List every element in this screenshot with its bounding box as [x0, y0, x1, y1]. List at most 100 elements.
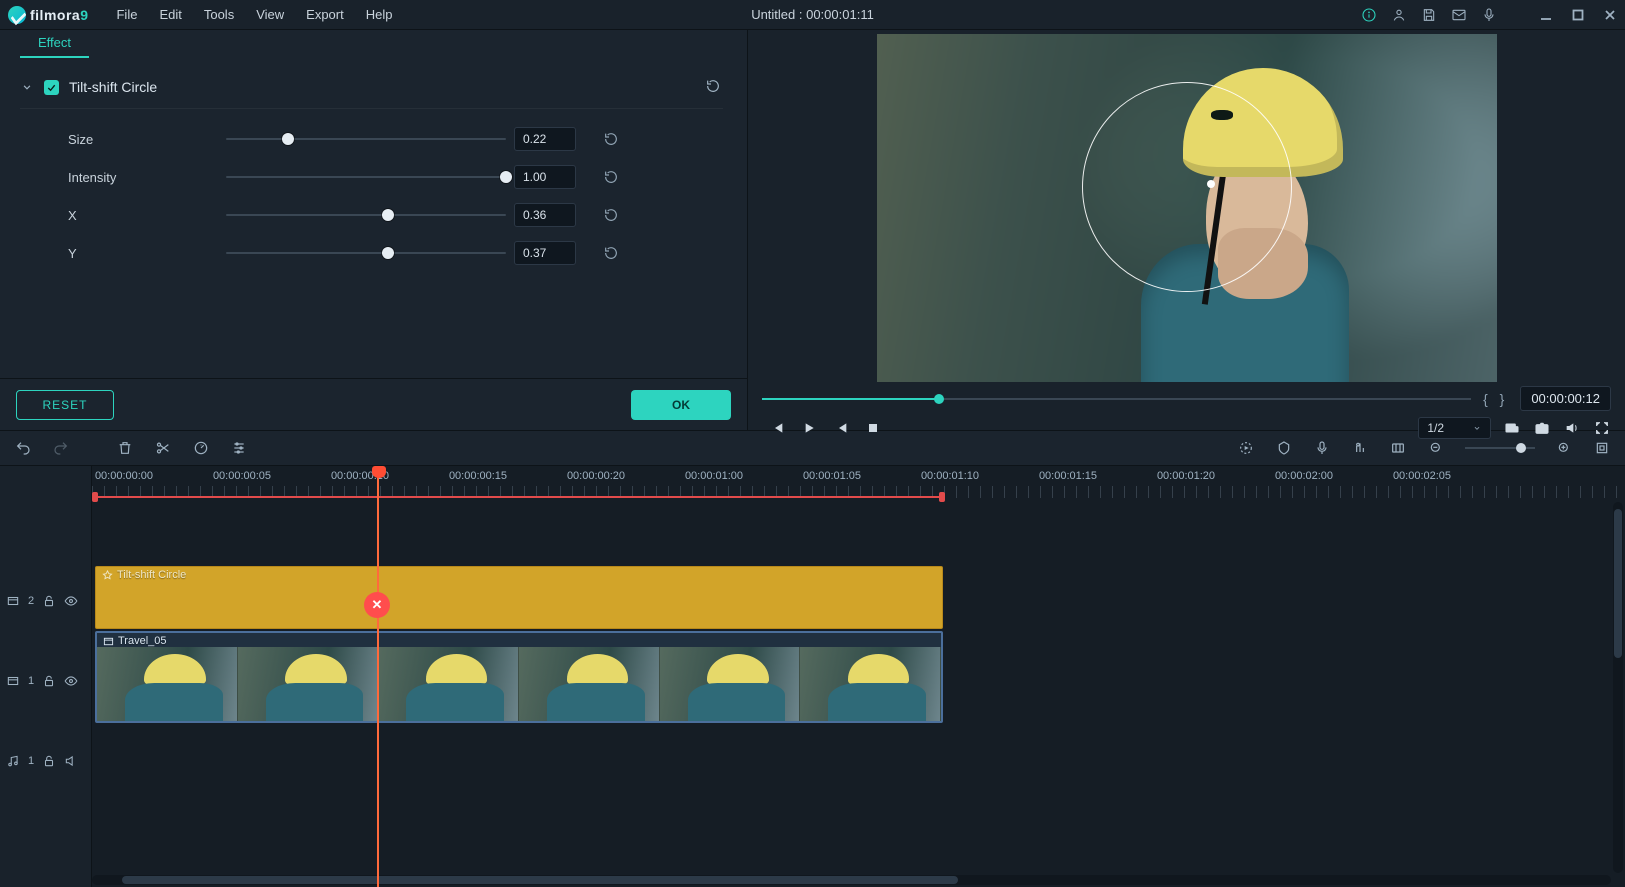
timeline-tracks-area[interactable]: 00:00:00:0000:00:00:0500:00:00:1000:00:0… — [92, 466, 1625, 887]
save-icon[interactable] — [1421, 7, 1437, 23]
mic-record-icon[interactable] — [1481, 7, 1497, 23]
maximize-button[interactable] — [1571, 8, 1585, 22]
audio-mixer-icon[interactable] — [1351, 439, 1369, 457]
preview-zoom-dropdown[interactable]: 1/2 — [1418, 417, 1491, 439]
effect-header[interactable]: Tilt-shift Circle — [20, 70, 723, 109]
track-header-video1[interactable]: 1 — [0, 674, 91, 688]
time-ruler[interactable]: 00:00:00:0000:00:00:0500:00:00:1000:00:0… — [92, 466, 1625, 500]
zoom-fit-icon[interactable] — [1593, 439, 1611, 457]
window-title: Untitled : 00:00:01:11 — [751, 7, 874, 22]
menu-export[interactable]: Export — [296, 3, 354, 26]
menu-edit[interactable]: Edit — [149, 3, 191, 26]
reset-button[interactable]: RESET — [16, 390, 114, 420]
clip-video-travel[interactable]: Travel_05 — [95, 631, 943, 723]
undo-button[interactable] — [14, 439, 32, 457]
track-number: 2 — [28, 595, 34, 607]
ruler-label: 00:00:00:00 — [95, 470, 153, 482]
preview-controls: 1/2 — [748, 411, 1625, 447]
adjust-button[interactable] — [230, 439, 248, 457]
prop-reset-icon[interactable] — [603, 206, 621, 224]
marker-icon[interactable] — [1275, 439, 1293, 457]
speed-button[interactable] — [192, 439, 210, 457]
titlebar-right — [1361, 7, 1617, 23]
track-number: 1 — [28, 675, 34, 687]
close-button[interactable] — [1603, 8, 1617, 22]
clip-effect-tiltshift[interactable]: Tilt-shift Circle — [95, 566, 943, 629]
split-button[interactable] — [154, 439, 172, 457]
prop-slider[interactable] — [226, 170, 506, 184]
play-button[interactable] — [800, 419, 818, 437]
preview-scrubber[interactable] — [762, 392, 1471, 406]
account-icon[interactable] — [1391, 7, 1407, 23]
minimize-button[interactable] — [1539, 8, 1553, 22]
prop-value-input[interactable]: 0.36 — [514, 203, 576, 227]
timeline-v-scrollbar[interactable] — [1613, 502, 1623, 873]
work-area-bar[interactable] — [95, 496, 942, 498]
work-area-start-handle[interactable] — [92, 492, 98, 502]
redo-button[interactable] — [52, 439, 70, 457]
mark-in-out-icon[interactable]: { } — [1479, 391, 1512, 407]
message-icon[interactable] — [1451, 7, 1467, 23]
menu-file[interactable]: File — [106, 3, 147, 26]
prop-intensity: Intensity 1.00 — [68, 165, 723, 189]
lock-icon — [42, 754, 56, 768]
prop-value-input[interactable]: 1.00 — [514, 165, 576, 189]
tilt-shift-center-handle[interactable] — [1207, 180, 1215, 188]
track-header-audio1[interactable]: 1 — [0, 754, 91, 768]
menu-view[interactable]: View — [246, 3, 294, 26]
step-back-button[interactable] — [768, 419, 786, 437]
prop-reset-icon[interactable] — [603, 168, 621, 186]
prop-label: X — [68, 208, 218, 223]
effect-enable-checkbox[interactable] — [44, 80, 59, 95]
preview-timecode[interactable]: 00:00:00:12 — [1520, 386, 1611, 411]
volume-icon[interactable] — [1563, 419, 1581, 437]
logo-mark-icon — [8, 6, 26, 24]
logo-text: filmora9 — [30, 7, 88, 23]
preview-viewport[interactable] — [877, 34, 1497, 382]
track-number: 1 — [28, 755, 34, 767]
snapshot-icon[interactable] — [1533, 419, 1551, 437]
menu-tools[interactable]: Tools — [194, 3, 244, 26]
effect-reset-icon[interactable] — [705, 78, 723, 96]
panel-tabs: Effect — [0, 30, 747, 58]
zoom-in-icon[interactable] — [1555, 439, 1573, 457]
track-header-video2[interactable]: 2 — [0, 594, 91, 608]
eye-icon — [64, 674, 78, 688]
zoom-out-icon[interactable] — [1427, 439, 1445, 457]
playhead[interactable] — [377, 466, 379, 887]
menu-help[interactable]: Help — [356, 3, 403, 26]
crop-icon[interactable] — [1389, 439, 1407, 457]
ruler-label: 00:00:01:15 — [1039, 470, 1097, 482]
preview-quality-icon[interactable] — [1503, 419, 1521, 437]
prop-slider[interactable] — [226, 246, 506, 260]
prop-value-input[interactable]: 0.22 — [514, 127, 576, 151]
fullscreen-icon[interactable] — [1593, 419, 1611, 437]
ruler-label: 00:00:02:00 — [1275, 470, 1333, 482]
effect-footer: RESET OK — [0, 378, 747, 430]
tilt-shift-circle-overlay[interactable] — [1082, 82, 1292, 292]
ruler-label: 00:00:00:05 — [213, 470, 271, 482]
voiceover-icon[interactable] — [1313, 439, 1331, 457]
menubar: FileEditToolsViewExportHelp — [106, 3, 402, 26]
prop-reset-icon[interactable] — [603, 244, 621, 262]
ok-button[interactable]: OK — [631, 390, 731, 420]
delete-button[interactable] — [116, 439, 134, 457]
work-area-end-handle[interactable] — [939, 492, 945, 502]
preview-scrub-row: { } 00:00:00:12 — [748, 382, 1625, 411]
prop-slider[interactable] — [226, 208, 506, 222]
prop-slider[interactable] — [226, 132, 506, 146]
ruler-label: 00:00:02:05 — [1393, 470, 1451, 482]
remove-effect-badge[interactable]: ✕ — [364, 592, 390, 618]
info-icon[interactable] — [1361, 7, 1377, 23]
stop-button[interactable] — [864, 419, 882, 437]
timeline-h-scrollbar[interactable] — [92, 875, 1611, 885]
timeline-zoom-slider[interactable] — [1465, 443, 1535, 453]
render-preview-icon[interactable] — [1237, 439, 1255, 457]
step-forward-button[interactable] — [832, 419, 850, 437]
playhead-handle-icon[interactable] — [372, 466, 386, 478]
video-thumb — [378, 647, 519, 721]
prop-reset-icon[interactable] — [603, 130, 621, 148]
tab-effect[interactable]: Effect — [20, 30, 89, 58]
prop-value-input[interactable]: 0.37 — [514, 241, 576, 265]
ruler-label: 00:00:01:05 — [803, 470, 861, 482]
